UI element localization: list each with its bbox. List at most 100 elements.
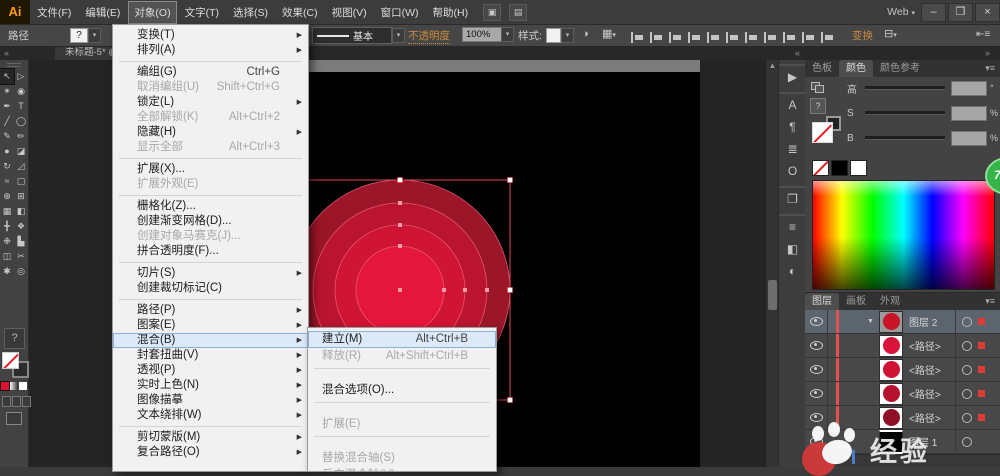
align-vertical-center[interactable] [706, 32, 720, 43]
dock-collapse-icon[interactable]: « [795, 46, 800, 60]
tab-artboards[interactable]: 画板 [839, 293, 873, 310]
style-swatch[interactable] [546, 28, 561, 43]
none-swatch[interactable] [812, 160, 829, 176]
menu-item[interactable]: 扩展(E) [308, 416, 496, 433]
recolor-artwork-icon[interactable]: ◑ [582, 27, 589, 42]
transform-icon[interactable]: ⊟▾ [884, 27, 897, 43]
ellipse-tool[interactable]: ◯ [14, 114, 28, 129]
menu-item[interactable] [113, 296, 308, 303]
rotate-tool[interactable]: ↻ [0, 159, 14, 174]
align-horizontal-center[interactable] [649, 32, 663, 43]
menu-item[interactable]: 复合路径(O) ▶ [113, 445, 308, 460]
perspective-grid-tool[interactable]: ⊞ [14, 189, 28, 204]
panel-collapse-icon[interactable]: » [985, 46, 990, 60]
layer-name[interactable]: 图层 1 [909, 434, 955, 449]
target-circle-icon[interactable] [962, 364, 972, 375]
distribute-horizontal-center[interactable] [820, 32, 834, 43]
tab-color[interactable]: 颜色 [839, 60, 873, 77]
color-button[interactable] [0, 381, 10, 391]
selection-tool[interactable]: ↖ [0, 68, 15, 85]
menu-item[interactable]: 图像描摹 ▶ [113, 393, 308, 408]
menu-item[interactable]: 透视(P) ▶ [113, 363, 308, 378]
menu-item[interactable] [113, 259, 308, 266]
mini-fill-stroke-icon[interactable] [811, 82, 824, 93]
layer-name[interactable]: <路径> [909, 386, 955, 401]
paragraph-panel-icon[interactable]: ¶ [779, 116, 806, 138]
menu-item[interactable]: 全部解锁(K) Alt+Ctrl+2 [113, 110, 308, 125]
magic-wand-tool[interactable]: ✶ [0, 84, 14, 99]
layer-row[interactable]: <路径> [805, 334, 1000, 358]
restore-button[interactable]: ❐ [948, 2, 973, 22]
style-dropdown-icon[interactable]: ▾ [561, 28, 574, 43]
target-circle-icon[interactable] [962, 316, 972, 327]
none-button[interactable] [19, 382, 27, 390]
tab-swatches[interactable]: 色板 [805, 60, 839, 77]
menu-effect[interactable]: 效果(C) [276, 1, 324, 24]
symbols-panel-icon[interactable]: ❐ [779, 186, 806, 210]
tabbar-collapse-icon[interactable]: « [4, 46, 9, 60]
control-panel-menu-icon[interactable]: ⇤≡ [976, 27, 990, 42]
selection-square[interactable] [978, 390, 985, 397]
layer-row[interactable]: 图层 1 [805, 429, 1000, 454]
distribute-vertical-top[interactable] [744, 32, 758, 43]
slider-track[interactable] [865, 86, 945, 90]
menu-object[interactable]: 对象(O) [128, 0, 177, 24]
vertical-scrollbar[interactable]: ▲ [765, 60, 779, 467]
visibility-cell[interactable] [805, 334, 828, 357]
visibility-cell[interactable] [805, 406, 828, 429]
menu-item[interactable] [308, 433, 496, 450]
menu-item[interactable]: 混合(B) ▶ [113, 333, 308, 348]
character-panel-icon[interactable]: A [779, 92, 806, 116]
target-circle-icon[interactable] [962, 340, 972, 351]
panel-menu-icon[interactable]: ▾≡ [980, 60, 1000, 77]
menu-item[interactable]: 创建裁切标记(C) [113, 281, 308, 296]
stroke-style-dropdown-icon[interactable]: ▾ [392, 28, 405, 43]
menu-item[interactable]: 实时上色(N) ▶ [113, 378, 308, 393]
opacity-link[interactable]: 不透明度 [408, 28, 450, 44]
paintbrush-tool[interactable]: ✎ [0, 129, 14, 144]
menu-item[interactable]: 编组(G) Ctrl+G [113, 65, 308, 80]
menu-item[interactable]: 反向混合轴(V) [308, 467, 496, 471]
fill-stroke-proxy[interactable] [2, 352, 29, 378]
gradient-panel-icon[interactable]: ◧ [779, 238, 806, 260]
visibility-cell[interactable] [805, 310, 828, 333]
menu-item[interactable]: 封套扭曲(V) ▶ [113, 348, 308, 363]
menu-item[interactable]: 栅格化(Z)... [113, 199, 308, 214]
black-swatch[interactable] [831, 160, 848, 176]
minimize-button[interactable]: – [921, 2, 946, 22]
target-circle-icon[interactable] [962, 412, 972, 423]
transparency-panel-icon[interactable]: ◐ [779, 260, 806, 282]
pencil-tool[interactable]: ✏ [14, 129, 28, 144]
tab-color-guide[interactable]: 颜色参考 [873, 60, 927, 77]
menu-item[interactable]: 变换(T) ▶ [113, 28, 308, 43]
pen-tool[interactable]: ✒ [0, 99, 14, 114]
menu-item[interactable] [113, 423, 308, 430]
layer-row[interactable]: <路径> [805, 358, 1000, 382]
screen-mode-button[interactable] [6, 412, 22, 425]
blob-brush-tool[interactable]: ● [0, 144, 14, 159]
visibility-cell[interactable] [805, 358, 828, 381]
fill-color-swatch[interactable]: ? [70, 28, 88, 43]
menu-item[interactable]: 切片(S) ▶ [113, 266, 308, 281]
direct-selection-tool[interactable]: ▷ [14, 69, 28, 84]
selection-square[interactable] [978, 318, 985, 325]
selection-square[interactable] [978, 414, 985, 421]
layer-name[interactable]: <路径> [909, 362, 955, 377]
visibility-cell[interactable] [805, 430, 828, 453]
target-circle-icon[interactable] [962, 436, 972, 447]
workspace-switcher[interactable]: Web ▾ [887, 6, 919, 18]
eraser-tool[interactable]: ◪ [14, 144, 28, 159]
layer-row[interactable]: ▼ 图层 2 [805, 310, 1000, 334]
layer-name[interactable]: 图层 2 [909, 314, 955, 329]
distribute-horizontal-left[interactable] [801, 32, 815, 43]
opacity-input[interactable]: 100% [462, 27, 503, 42]
menu-select[interactable]: 选择(S) [227, 1, 274, 24]
draw-inside-mode[interactable] [22, 396, 31, 407]
slider-track[interactable] [865, 111, 945, 115]
menu-item[interactable]: 扩展外观(E) [113, 177, 308, 192]
visibility-cell[interactable] [805, 382, 828, 405]
tab-appearance[interactable]: 外观 [873, 293, 907, 310]
mesh-tool[interactable]: ▦ [0, 204, 14, 219]
line-segment-tool[interactable]: ╱ [0, 114, 14, 129]
menu-item[interactable]: 剪切蒙版(M) ▶ [113, 430, 308, 445]
